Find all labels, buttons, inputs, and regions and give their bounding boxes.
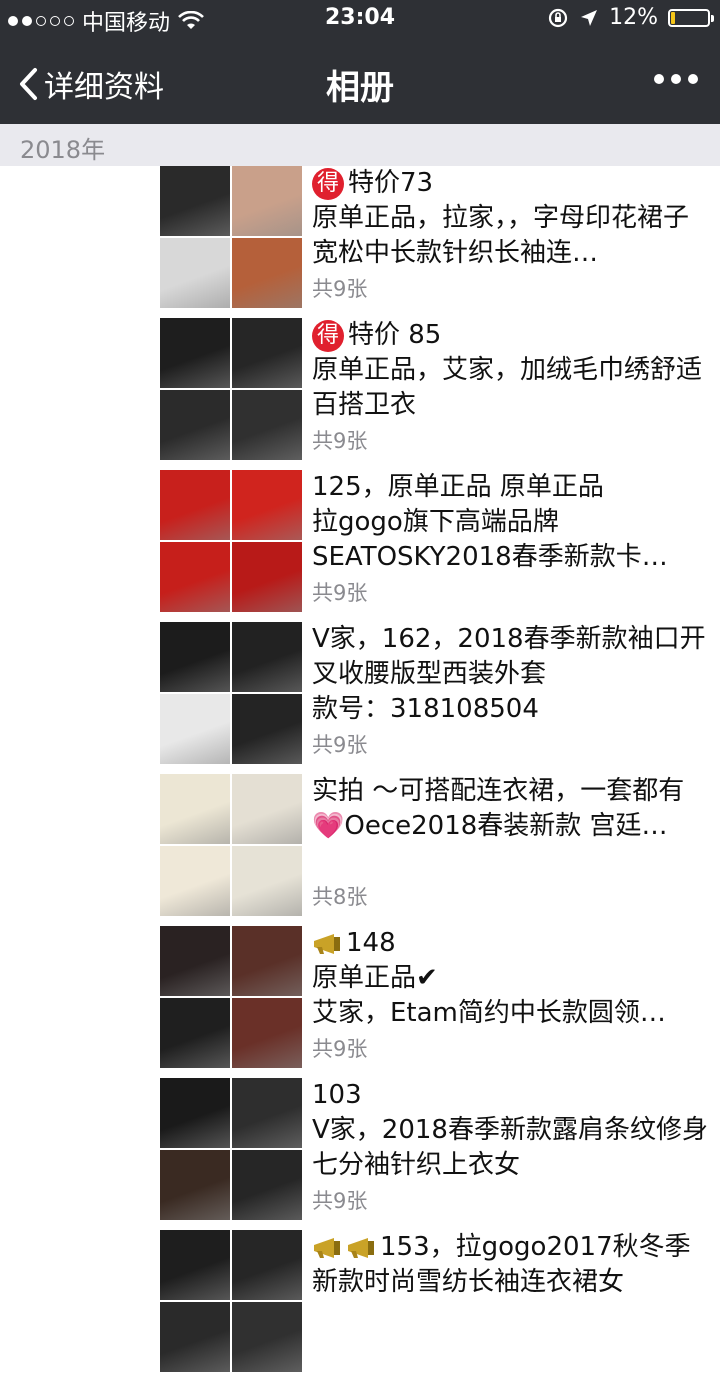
year-header: 2018年 xyxy=(0,124,720,166)
album-entry[interactable]: 125，原单正品 原单正品 拉gogo旗下高端品牌 SEATOSKY2018春季… xyxy=(160,470,720,614)
photo-grid[interactable] xyxy=(160,774,304,918)
entry-text: V家，162，2018春季新款袖口开叉收腰版型西装外套 款号：318108504… xyxy=(312,622,712,766)
photo-thumbnail[interactable] xyxy=(232,1302,302,1372)
photo-thumbnail[interactable] xyxy=(160,846,230,916)
photo-thumbnail[interactable] xyxy=(232,1150,302,1220)
status-bar: 中国移动 23:04 12% xyxy=(0,0,720,40)
rotation-lock-icon xyxy=(548,8,568,27)
megaphone-icon xyxy=(348,1237,374,1258)
entry-caption: 148 原单正品✔ 艾家，Etam简约中长款圆领… xyxy=(312,926,712,1031)
photo-grid[interactable] xyxy=(160,1078,304,1222)
photo-thumbnail[interactable] xyxy=(160,1230,230,1300)
entry-caption: 153，拉gogo2017秋冬季新款时尚雪纺长袖连衣裙女 xyxy=(312,1230,712,1300)
photo-grid[interactable] xyxy=(160,1230,304,1374)
photo-thumbnail[interactable] xyxy=(232,926,302,996)
entry-caption: V家，162，2018春季新款袖口开叉收腰版型西装外套 款号：318108504 xyxy=(312,622,712,727)
entry-caption: 实拍 ～可搭配连衣裙，一套都有 💗Oece2018春装新款 宫廷… xyxy=(312,774,712,844)
photo-thumbnail[interactable] xyxy=(232,470,302,540)
photo-count: 共9张 xyxy=(312,1189,368,1213)
photo-thumbnail[interactable] xyxy=(160,390,230,460)
entry-caption: 得特价73 原单正品，拉家，，字母印花裙子宽松中长款针织长袖连… xyxy=(312,166,712,271)
caption-text: 148 原单正品✔ 艾家，Etam简约中长款圆领… xyxy=(312,928,666,1028)
photo-thumbnail[interactable] xyxy=(232,318,302,388)
photo-thumbnail[interactable] xyxy=(232,694,302,764)
photo-thumbnail[interactable] xyxy=(160,542,230,612)
entry-text: 125，原单正品 原单正品 拉gogo旗下高端品牌 SEATOSKY2018春季… xyxy=(312,470,712,614)
photo-grid[interactable] xyxy=(160,318,304,462)
nav-bar: 详细资料 相册 xyxy=(0,40,720,124)
photo-count: 共9张 xyxy=(312,581,368,605)
album-entry[interactable]: 得特价73 原单正品，拉家，，字母印花裙子宽松中长款针织长袖连… 共9张 xyxy=(160,166,720,310)
album-entry[interactable]: 得特价 85 原单正品，艾家，加绒毛巾绣舒适百搭卫衣共9张 xyxy=(160,318,720,462)
de-badge-icon: 得 xyxy=(312,319,344,352)
battery-level xyxy=(671,11,676,24)
photo-thumbnail[interactable] xyxy=(232,238,302,308)
photo-grid[interactable] xyxy=(160,926,304,1070)
photo-thumbnail[interactable] xyxy=(232,998,302,1068)
photo-thumbnail[interactable] xyxy=(160,774,230,844)
photo-thumbnail[interactable] xyxy=(160,694,230,764)
entry-text: 153，拉gogo2017秋冬季新款时尚雪纺长袖连衣裙女 xyxy=(312,1230,712,1374)
photo-thumbnail[interactable] xyxy=(160,998,230,1068)
caption-text: 特价 85 原单正品，艾家，加绒毛巾绣舒适百搭卫衣 xyxy=(312,320,703,420)
photo-thumbnail[interactable] xyxy=(232,846,302,916)
caption-text: 特价73 原单正品，拉家，，字母印花裙子宽松中长款针织长袖连… xyxy=(312,168,690,268)
entry-text: 实拍 ～可搭配连衣裙，一套都有 💗Oece2018春装新款 宫廷… 共8张 xyxy=(312,774,712,918)
album-entry[interactable]: 148 原单正品✔ 艾家，Etam简约中长款圆领… 共9张 xyxy=(160,926,720,1070)
photo-thumbnail[interactable] xyxy=(232,166,302,236)
page-title: 相册 xyxy=(326,68,394,108)
album-entry[interactable]: 153，拉gogo2017秋冬季新款时尚雪纺长袖连衣裙女 xyxy=(160,1230,720,1374)
album-entry[interactable]: V家，162，2018春季新款袖口开叉收腰版型西装外套 款号：318108504… xyxy=(160,622,720,766)
photo-count: 共9张 xyxy=(312,429,368,453)
photo-thumbnail[interactable] xyxy=(232,1078,302,1148)
caption-text: 125，原单正品 原单正品 拉gogo旗下高端品牌 SEATOSKY2018春季… xyxy=(312,472,668,572)
photo-thumbnail[interactable] xyxy=(160,1150,230,1220)
photo-thumbnail[interactable] xyxy=(232,542,302,612)
photo-count: 共9张 xyxy=(312,733,368,757)
entry-caption: 103 V家，2018春季新款露肩条纹修身七分袖针织上衣女 xyxy=(312,1078,712,1183)
photo-thumbnail[interactable] xyxy=(232,1230,302,1300)
year-label: 2018年 xyxy=(20,136,106,164)
megaphone-icon xyxy=(314,1237,340,1258)
megaphone-icon xyxy=(314,933,340,954)
status-right: 12% xyxy=(547,5,714,30)
entry-text: 得特价73 原单正品，拉家，，字母印花裙子宽松中长款针织长袖连… 共9张 xyxy=(312,166,712,310)
photo-thumbnail[interactable] xyxy=(232,774,302,844)
entry-caption: 得特价 85 原单正品，艾家，加绒毛巾绣舒适百搭卫衣 xyxy=(312,318,712,423)
photo-thumbnail[interactable] xyxy=(160,1302,230,1372)
photo-count: 共9张 xyxy=(312,1037,368,1061)
photo-grid[interactable] xyxy=(160,470,304,614)
photo-thumbnail[interactable] xyxy=(160,318,230,388)
more-dots-icon[interactable] xyxy=(654,74,698,84)
entry-text: 得特价 85 原单正品，艾家，加绒毛巾绣舒适百搭卫衣共9张 xyxy=(312,318,712,462)
entry-caption: 125，原单正品 原单正品 拉gogo旗下高端品牌 SEATOSKY2018春季… xyxy=(312,470,712,575)
battery-percent: 12% xyxy=(609,5,658,30)
photo-thumbnail[interactable] xyxy=(160,166,230,236)
photo-thumbnail[interactable] xyxy=(160,1078,230,1148)
photo-count: 共9张 xyxy=(312,277,368,301)
photo-thumbnail[interactable] xyxy=(232,622,302,692)
photo-grid[interactable] xyxy=(160,622,304,766)
photo-grid[interactable] xyxy=(160,166,304,310)
entry-text: 103 V家，2018春季新款露肩条纹修身七分袖针织上衣女共9张 xyxy=(312,1078,712,1222)
caption-text: 103 V家，2018春季新款露肩条纹修身七分袖针织上衣女 xyxy=(312,1080,708,1180)
entry-text: 148 原单正品✔ 艾家，Etam简约中长款圆领… 共9张 xyxy=(312,926,712,1070)
caption-text: V家，162，2018春季新款袖口开叉收腰版型西装外套 款号：318108504 xyxy=(312,624,706,724)
photo-thumbnail[interactable] xyxy=(160,622,230,692)
album-entry[interactable]: 103 V家，2018春季新款露肩条纹修身七分袖针织上衣女共9张 xyxy=(160,1078,720,1222)
photo-thumbnail[interactable] xyxy=(160,470,230,540)
battery-icon xyxy=(668,8,714,27)
location-arrow-icon xyxy=(581,9,598,26)
photo-thumbnail[interactable] xyxy=(232,390,302,460)
caption-text: 实拍 ～可搭配连衣裙，一套都有 💗Oece2018春装新款 宫廷… xyxy=(312,776,685,841)
photo-count: 共8张 xyxy=(312,885,368,909)
de-badge-icon: 得 xyxy=(312,167,344,200)
album-entry[interactable]: 实拍 ～可搭配连衣裙，一套都有 💗Oece2018春装新款 宫廷… 共8张 xyxy=(160,774,720,918)
photo-thumbnail[interactable] xyxy=(160,238,230,308)
photo-thumbnail[interactable] xyxy=(160,926,230,996)
